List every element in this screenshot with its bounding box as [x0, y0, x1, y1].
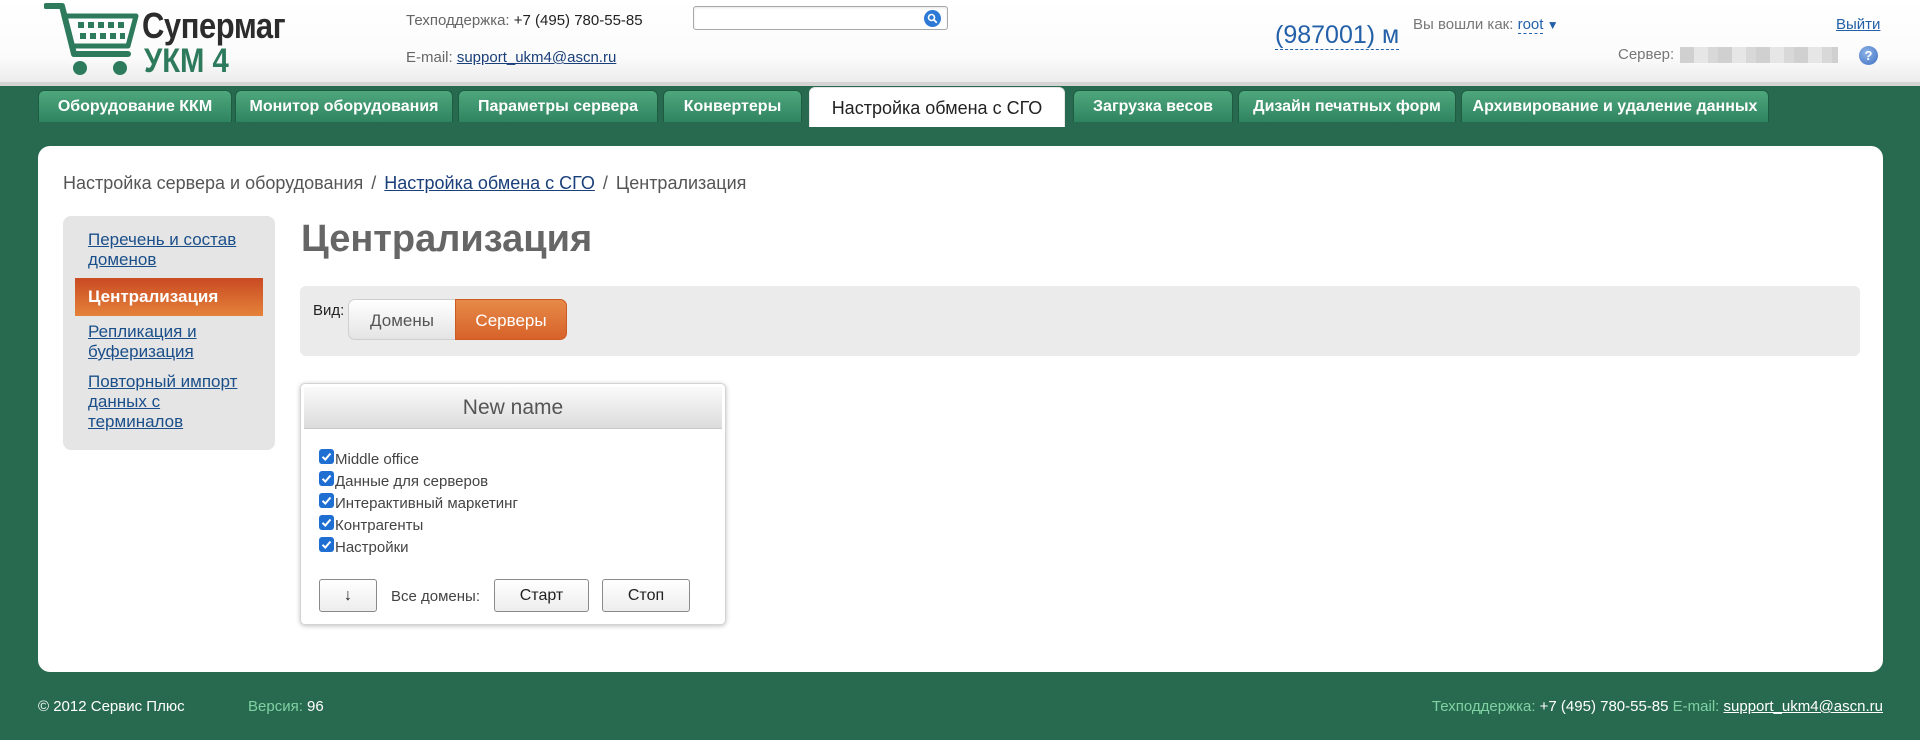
checkbox-label: Данные для серверов: [335, 472, 489, 490]
checkbox-label: Интерактивный маркетинг: [335, 494, 518, 512]
content-panel: Настройка сервера и оборудования / Настрой…: [38, 146, 1883, 672]
checkbox-checked-icon[interactable]: [319, 492, 334, 508]
breadcrumb-current: Централизация: [615, 173, 747, 193]
tab-sgo-exchange[interactable]: Настройка обмена с СГО: [809, 87, 1065, 127]
stop-button[interactable]: Стоп: [602, 579, 690, 612]
tab-converters[interactable]: Конвертеры: [663, 90, 802, 122]
tab-print-design[interactable]: Дизайн печатных форм: [1238, 90, 1456, 122]
server-value-redacted: [1680, 47, 1838, 63]
sidebar-item-domains[interactable]: Перечень и состав доменов: [88, 230, 258, 270]
expand-down-button[interactable]: ↓: [319, 579, 377, 612]
logo-title: Супермаг: [142, 5, 286, 46]
login-info: Вы вошли как: root ▼: [1413, 16, 1559, 34]
footer-email-link[interactable]: support_ukm4@ascn.ru: [1724, 698, 1883, 715]
server-card: New name Middle office Данные для сервер…: [300, 383, 726, 625]
checkbox-row[interactable]: Интерактивный маркетинг: [319, 492, 518, 514]
checkbox-label: Настройки: [335, 538, 409, 556]
session-counter[interactable]: (987001) м: [1275, 21, 1400, 50]
checkbox-row[interactable]: Настройки: [319, 536, 518, 558]
view-domains-button[interactable]: Домены: [348, 299, 456, 340]
top-header: Супермаг УКМ 4 Техподдержка: +7 (495) 78…: [0, 0, 1920, 86]
footer-support: Техподдержка: +7 (495) 780-55-85 E-mail:…: [1432, 698, 1883, 715]
sidebar-item-reimport[interactable]: Повторный импорт данных с терминалов: [88, 372, 258, 432]
version-number: 96: [307, 698, 324, 715]
version-label: Версия:: [248, 698, 303, 715]
tab-equipment-monitor[interactable]: Монитор оборудования: [235, 90, 453, 122]
server-card-title: New name: [304, 387, 722, 429]
email-label: E-mail:: [406, 49, 453, 66]
cart-logo-icon: [44, 3, 139, 75]
checkbox-row[interactable]: Middle office: [319, 448, 518, 470]
tab-server-params[interactable]: Параметры сервера: [458, 90, 658, 122]
view-switcher-bar: Вид: Домены Серверы: [300, 286, 1860, 356]
footer-support-phone: +7 (495) 780-55-85: [1539, 698, 1669, 715]
checkbox-label: Контрагенты: [335, 516, 424, 534]
email-link[interactable]: support_ukm4@ascn.ru: [457, 49, 616, 66]
support-label: Техподдержка:: [406, 12, 510, 29]
sidebar-item-replication[interactable]: Репликация и буферизация: [88, 322, 258, 362]
card-actions: ↓ Все домены: Старт Стоп: [319, 579, 719, 613]
footer-version: Версия: 96: [248, 698, 324, 715]
search-icon[interactable]: [924, 10, 941, 27]
user-dropdown[interactable]: root: [1517, 16, 1544, 34]
checkbox-row[interactable]: Контрагенты: [319, 514, 518, 536]
all-domains-label: Все домены:: [391, 588, 480, 605]
header-email: E-mail: support_ukm4@ascn.ru: [406, 49, 616, 66]
checkbox-label: Middle office: [335, 450, 419, 468]
logout-link[interactable]: Выйти: [1836, 16, 1880, 33]
search-input[interactable]: [693, 6, 948, 30]
server-label: Сервер:: [1618, 46, 1675, 63]
checkbox-row[interactable]: Данные для серверов: [319, 470, 518, 492]
start-button[interactable]: Старт: [494, 579, 589, 612]
tab-archive-delete[interactable]: Архивирование и удаление данных: [1461, 90, 1769, 122]
breadcrumb-root: Настройка сервера и оборудования: [63, 173, 364, 193]
domain-checklist: Middle office Данные для серверов Интера…: [319, 448, 518, 558]
tab-scales-loading[interactable]: Загрузка весов: [1073, 90, 1233, 122]
view-label: Вид:: [313, 302, 345, 319]
checkbox-checked-icon[interactable]: [319, 470, 334, 486]
checkbox-checked-icon[interactable]: [319, 514, 334, 530]
help-icon[interactable]: ?: [1859, 46, 1878, 65]
chevron-down-icon[interactable]: ▼: [1543, 18, 1559, 32]
header-support: Техподдержка: +7 (495) 780-55-85: [406, 12, 643, 29]
footer-support-label: Техподдержка:: [1431, 698, 1536, 715]
side-navigation: Перечень и состав доменов Централизация …: [63, 216, 275, 450]
sidebar-item-centralization[interactable]: Централизация: [75, 278, 263, 316]
checkbox-checked-icon[interactable]: [319, 536, 334, 552]
breadcrumb-separator: /: [602, 173, 608, 193]
login-label: Вы вошли как:: [1413, 16, 1514, 33]
breadcrumb-parent-link[interactable]: Настройка обмена с СГО: [384, 173, 595, 193]
breadcrumb: Настройка сервера и оборудования / Настрой…: [63, 173, 746, 194]
breadcrumb-separator: /: [371, 173, 377, 193]
view-servers-button[interactable]: Серверы: [455, 299, 567, 340]
tab-kkm-equipment[interactable]: Оборудование ККМ: [38, 90, 232, 122]
logo-subtitle: УКМ 4: [144, 42, 229, 80]
checkbox-checked-icon[interactable]: [319, 448, 334, 464]
footer-email-label: E-mail:: [1672, 698, 1720, 715]
page-title: Централизация: [301, 218, 593, 260]
footer-copyright: © 2012 Сервис Плюс: [38, 698, 185, 715]
logo[interactable]: Супермаг УКМ 4: [44, 2, 286, 80]
support-phone: +7 (495) 780-55-85: [513, 12, 643, 29]
